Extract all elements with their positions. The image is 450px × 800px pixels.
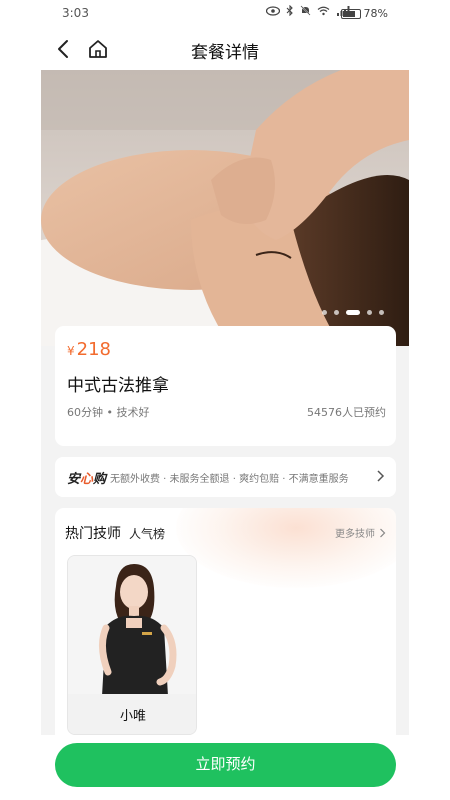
battery-percent: 78% (363, 7, 388, 20)
status-icons (266, 5, 350, 16)
content-area[interactable]: ¥218 中式古法推拿 60分钟 • 技术好 54576人已预约 安心购 无额外… (41, 70, 409, 735)
guarantee-logo-char: 心 (80, 472, 94, 487)
carousel-indicator (322, 310, 384, 315)
technician-name: 小唯 (68, 694, 196, 734)
status-time: 3:03 (62, 6, 89, 20)
battery-icon (340, 8, 361, 19)
section-subtitle: 人气榜 (129, 527, 166, 541)
currency-symbol: ¥ (67, 344, 75, 358)
nav-bar: 套餐详情 (0, 28, 450, 70)
battery-indicator: 78% (340, 7, 388, 20)
guarantee-logo-char: 安 (67, 472, 81, 487)
technician-photo (68, 556, 196, 696)
carousel-dot-active (346, 310, 360, 315)
carousel-dot (334, 310, 339, 315)
wifi-icon (317, 6, 330, 15)
chevron-right-icon (380, 528, 386, 537)
carousel-dot (322, 310, 327, 315)
guarantee-bar[interactable]: 安心购 无额外收费 · 未服务全额退 · 爽约包赔 · 不满意重服务 (55, 457, 396, 497)
guarantee-logo-char: 购 (93, 472, 107, 487)
more-technicians-link[interactable]: 更多技师 (335, 525, 386, 540)
carousel-dot (379, 310, 384, 315)
technician-card[interactable]: 小唯 (67, 555, 197, 735)
chevron-right-icon (377, 470, 385, 482)
section-title: 热门技师 (65, 526, 121, 542)
hot-technicians-card: 热门技师 人气榜 更多技师 小唯 (55, 508, 396, 735)
banner-carousel[interactable] (41, 70, 409, 346)
guarantee-logo: 安心购 (67, 468, 106, 487)
page-title: 套餐详情 (191, 43, 259, 63)
package-meta: 60分钟 • 技术好 (67, 406, 150, 419)
battery-fill (342, 10, 356, 17)
bluetooth-icon (286, 5, 293, 16)
status-bar: 3:03 78% (0, 0, 450, 28)
package-info-card: ¥218 中式古法推拿 60分钟 • 技术好 54576人已预约 (55, 326, 396, 446)
carousel-dot (367, 310, 372, 315)
package-name: 中式古法推拿 (67, 376, 169, 396)
decorative-glow (176, 508, 396, 588)
eye-icon (266, 5, 280, 16)
guarantee-text: 无额外收费 · 未服务全额退 · 爽约包赔 · 不满意重服务 (110, 474, 349, 485)
package-price: ¥218 (67, 339, 111, 360)
massage-photo (41, 70, 409, 346)
booking-count: 54576人已预约 (307, 406, 386, 419)
more-technicians-label: 更多技师 (335, 529, 375, 540)
mute-bell-icon (300, 5, 311, 16)
book-now-button[interactable]: 立即预约 (55, 743, 396, 787)
price-value: 218 (76, 339, 111, 360)
